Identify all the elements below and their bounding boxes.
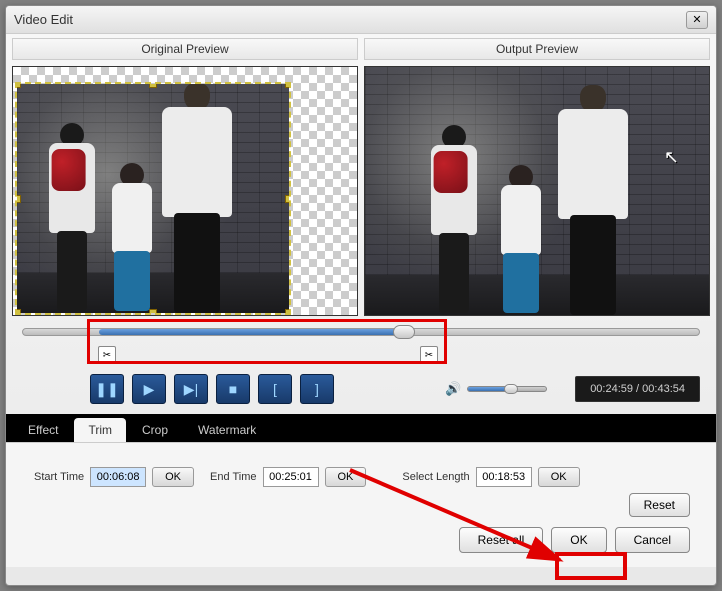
end-time-input[interactable]	[263, 467, 319, 487]
crop-handle-bl[interactable]	[15, 309, 21, 315]
start-time-input[interactable]	[90, 467, 146, 487]
seek-fill	[99, 329, 399, 335]
speaker-icon[interactable]: 🔊	[445, 381, 461, 397]
next-icon: ▶|	[184, 381, 198, 398]
crop-handle-tm[interactable]	[149, 82, 157, 88]
close-button[interactable]: ✕	[686, 11, 708, 29]
tabs-area: Effect Trim Crop Watermark Start Time OK…	[6, 414, 716, 567]
time-display: 00:24:59 / 00:43:54	[575, 376, 700, 402]
trim-handle-row: ✂ ✂	[22, 346, 700, 366]
window-title: Video Edit	[14, 12, 73, 27]
scissors-icon: ✂	[425, 350, 433, 361]
select-length-input[interactable]	[476, 467, 532, 487]
stop-button[interactable]: ■	[216, 374, 250, 404]
tab-crop[interactable]: Crop	[128, 418, 182, 442]
tab-watermark[interactable]: Watermark	[184, 418, 270, 442]
dialog-buttons: Reset all OK Cancel	[24, 527, 698, 553]
preview-panes: ↖	[12, 66, 710, 316]
playback-controls: ❚❚ ▶ ▶| ■ [ ] 🔊 00:24:59 / 00:43:54	[22, 374, 700, 404]
scissors-icon: ✂	[103, 350, 111, 361]
trim-controls: Start Time OK End Time OK Select Length …	[24, 467, 698, 487]
timeline-area: ✂ ✂	[22, 324, 700, 366]
seek-track[interactable]	[22, 328, 700, 336]
bracket-open-icon: [	[273, 381, 277, 397]
reset-button[interactable]: Reset	[629, 493, 690, 517]
stop-icon: ■	[229, 381, 237, 397]
select-length-ok-button[interactable]: OK	[538, 467, 580, 487]
tab-body-trim: Start Time OK End Time OK Select Length …	[6, 442, 716, 567]
end-time-label: End Time	[210, 471, 256, 483]
tab-trim[interactable]: Trim	[74, 418, 126, 442]
original-preview[interactable]	[12, 66, 358, 316]
original-preview-header: Original Preview	[12, 38, 358, 60]
crop-handle-ml[interactable]	[15, 195, 21, 203]
titlebar: Video Edit ✕	[6, 6, 716, 34]
start-time-ok-button[interactable]: OK	[152, 467, 194, 487]
video-frame-output	[365, 67, 709, 315]
crop-handle-tl[interactable]	[15, 82, 21, 88]
crop-handle-mr[interactable]	[285, 195, 291, 203]
output-preview[interactable]: ↖	[364, 66, 710, 316]
crop-handle-tr[interactable]	[285, 82, 291, 88]
crop-region[interactable]	[15, 82, 291, 315]
next-frame-button[interactable]: ▶|	[174, 374, 208, 404]
video-edit-window: Video Edit ✕ Original Preview Output Pre…	[5, 5, 717, 586]
select-length-label: Select Length	[402, 471, 469, 483]
end-time-ok-button[interactable]: OK	[325, 467, 367, 487]
pause-icon: ❚❚	[95, 381, 118, 398]
volume-thumb[interactable]	[504, 384, 518, 394]
tab-strip: Effect Trim Crop Watermark	[6, 414, 716, 442]
output-preview-header: Output Preview	[364, 38, 710, 60]
volume-fill	[468, 387, 508, 391]
mouse-cursor-icon: ↖	[664, 147, 679, 168]
crop-handle-bm[interactable]	[149, 309, 157, 315]
volume-track[interactable]	[467, 386, 547, 392]
bracket-close-icon: ]	[315, 381, 319, 397]
start-time-label: Start Time	[34, 471, 84, 483]
mark-out-button[interactable]: ]	[300, 374, 334, 404]
trim-in-handle[interactable]: ✂	[98, 346, 116, 364]
close-icon: ✕	[692, 13, 701, 26]
seek-thumb[interactable]	[393, 325, 415, 339]
trim-out-handle[interactable]: ✂	[420, 346, 438, 364]
ok-button[interactable]: OK	[551, 527, 606, 553]
volume-control: 🔊	[445, 381, 547, 397]
reset-all-button[interactable]: Reset all	[459, 527, 544, 553]
play-icon: ▶	[144, 381, 155, 398]
play-button[interactable]: ▶	[132, 374, 166, 404]
pause-button[interactable]: ❚❚	[90, 374, 124, 404]
video-frame-original	[17, 84, 289, 313]
cancel-button[interactable]: Cancel	[615, 527, 690, 553]
preview-headers: Original Preview Output Preview	[12, 38, 710, 60]
crop-handle-br[interactable]	[285, 309, 291, 315]
tab-effect[interactable]: Effect	[14, 418, 72, 442]
mark-in-button[interactable]: [	[258, 374, 292, 404]
